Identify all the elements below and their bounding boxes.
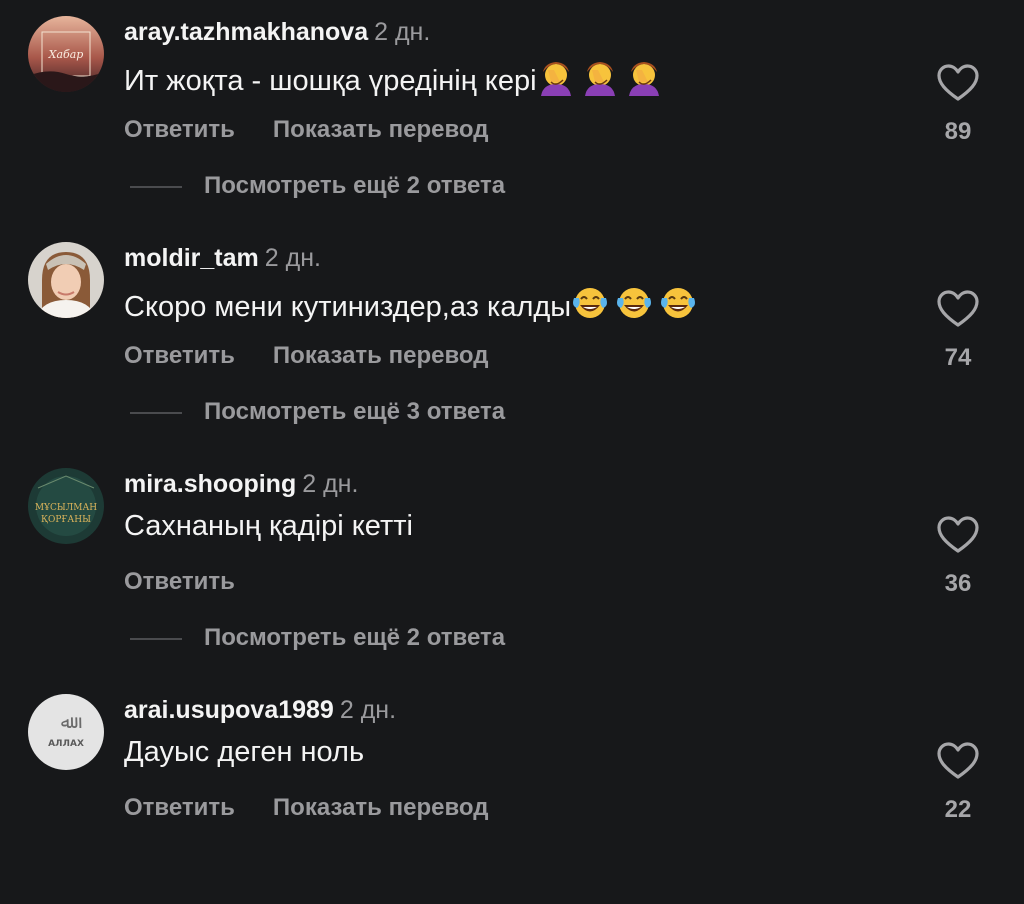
username[interactable]: moldir_tam	[124, 244, 259, 272]
heart-icon[interactable]	[937, 742, 979, 780]
avatar-label: МҰСЫЛМАН	[35, 503, 97, 513]
replies-divider	[130, 411, 182, 414]
comment-text: Сахнаның қадірі кетті	[124, 510, 413, 543]
facepalm-emoji-icon	[537, 58, 575, 96]
like-count: 89	[944, 118, 972, 145]
heart-icon[interactable]	[937, 64, 979, 102]
view-replies-button[interactable]: Посмотреть ещё 2 ответа	[130, 172, 505, 200]
avatar-label: АЛЛАХ	[48, 739, 84, 749]
like-count: 36	[944, 570, 972, 597]
comment-item: ﷲ АЛЛАХ arai.usupova1989 2 дн. Дауыс деге…	[0, 678, 1024, 904]
comment-body: Ит жоқта - шошқа үредінің кері	[124, 65, 537, 97]
show-translation-button[interactable]: Показать перевод	[273, 342, 489, 369]
replies-divider	[130, 185, 182, 188]
facepalm-emoji-icon	[625, 58, 663, 96]
like-count: 22	[944, 796, 972, 823]
timestamp: 2 дн.	[339, 696, 397, 724]
heart-icon[interactable]	[937, 290, 979, 328]
comment-item: moldir_tam 2 дн. Скоро мени кутиниздер,аз…	[0, 226, 1024, 452]
username[interactable]: arai.usupova1989	[124, 696, 334, 724]
view-replies-button[interactable]: Посмотреть ещё 2 ответа	[130, 624, 505, 652]
tears-of-joy-emoji-icon	[571, 284, 609, 322]
comment-header: moldir_tam 2 дн.	[124, 244, 321, 273]
show-translation-button[interactable]: Показать перевод	[273, 116, 489, 143]
timestamp: 2 дн.	[302, 470, 359, 498]
comment-item: МҰСЫЛМАН ҚОРҒАНЫ mira.shooping 2 дн. Сахн…	[0, 452, 1024, 678]
reply-button[interactable]: Ответить	[124, 794, 235, 821]
comment-header: arai.usupova1989 2 дн.	[124, 696, 396, 725]
view-replies-label: Посмотреть ещё 3 ответа	[204, 398, 506, 425]
comment-item: Хабар aray.tazhmakhanova 2 дн. Ит жоқта -…	[0, 0, 1024, 226]
comment-text: Скоро мени кутиниздер,аз калды	[124, 284, 703, 324]
comment-header: aray.tazhmakhanova 2 дн.	[124, 18, 430, 47]
tears-of-joy-emoji-icon	[659, 284, 697, 322]
reply-button[interactable]: Ответить	[124, 568, 235, 595]
view-replies-label: Посмотреть ещё 2 ответа	[204, 624, 506, 651]
comment-body: Скоро мени кутиниздер,аз калды	[124, 291, 572, 323]
comment-actions: Ответить Показать перевод	[124, 794, 526, 822]
username[interactable]: mira.shooping	[124, 470, 296, 498]
avatar[interactable]: ﷲ АЛЛАХ	[28, 694, 104, 770]
timestamp: 2 дн.	[374, 18, 431, 46]
username[interactable]: aray.tazhmakhanova	[124, 18, 368, 46]
reply-button[interactable]: Ответить	[124, 116, 235, 143]
like-count: 74	[944, 344, 972, 371]
tears-of-joy-emoji-icon	[615, 284, 653, 322]
avatar-label: Хабар	[48, 48, 84, 61]
avatar[interactable]	[28, 242, 104, 318]
avatar[interactable]: Хабар	[28, 16, 104, 92]
avatar[interactable]: МҰСЫЛМАН ҚОРҒАНЫ	[28, 468, 104, 544]
facepalm-emoji-icon	[581, 58, 619, 96]
comment-body: Дауыс деген ноль	[124, 736, 365, 768]
show-translation-button[interactable]: Показать перевод	[273, 794, 489, 821]
comment-text: Дауыс деген ноль	[124, 736, 364, 769]
view-replies-button[interactable]: Посмотреть ещё 3 ответа	[130, 398, 505, 426]
reply-button[interactable]: Ответить	[124, 342, 235, 369]
comment-text: Ит жоқта - шошқа үредінің кері	[124, 58, 669, 98]
comment-body: Сахнаның қадірі кетті	[124, 510, 413, 542]
comment-actions: Ответить Показать перевод	[124, 116, 526, 144]
timestamp: 2 дн.	[264, 244, 321, 272]
avatar-label: ҚОРҒАНЫ	[41, 515, 91, 525]
comment-actions: Ответить	[124, 568, 273, 596]
comment-header: mira.shooping 2 дн.	[124, 470, 358, 499]
heart-icon[interactable]	[937, 516, 979, 554]
view-replies-label: Посмотреть ещё 2 ответа	[204, 172, 506, 199]
comment-actions: Ответить Показать перевод	[124, 342, 526, 370]
replies-divider	[130, 637, 182, 640]
